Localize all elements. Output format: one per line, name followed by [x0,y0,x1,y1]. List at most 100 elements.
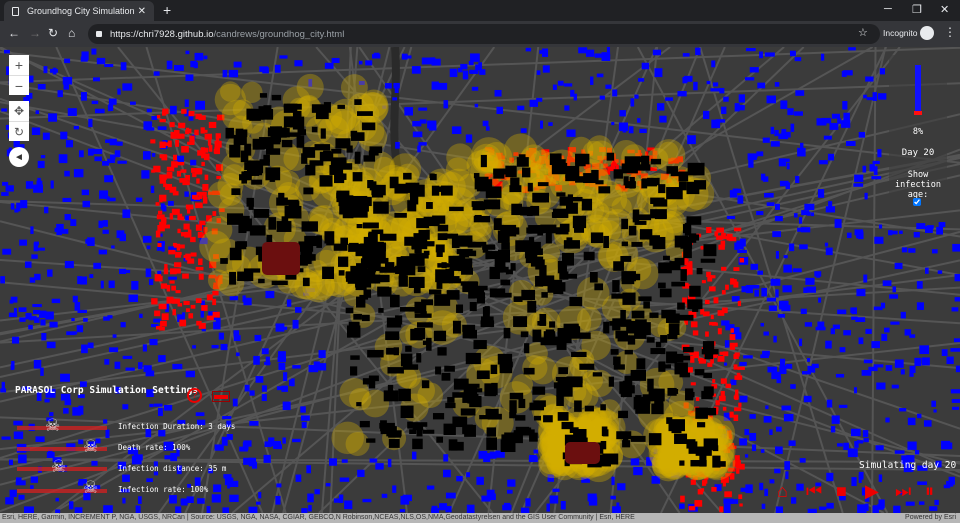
zoom-out-button[interactable]: − [9,75,29,95]
map-view[interactable]: + − ✥ ↻ ◄ 8% Day 20 Show infection age: … [0,47,960,513]
pause-button[interactable]: ⏸ [925,482,934,500]
dead-building [394,212,407,218]
show-age-checkbox[interactable] [913,198,921,206]
close-window-button[interactable]: ✕ [940,3,949,16]
dead-building [363,289,372,298]
maximize-window-button[interactable]: ❐ [912,3,922,16]
slider-handle-skull-icon[interactable]: ☠ [51,458,66,475]
healthy-building [767,366,778,373]
infected-building [711,275,716,279]
healthy-building [585,49,595,57]
healthy-building [737,195,744,204]
infection-zone [658,141,679,162]
slider-handle-skull-icon[interactable]: ☠ [83,479,98,496]
browser-tab[interactable]: Groundhog City Simulation ✕ [4,1,154,21]
minimize-window-button[interactable]: ─ [884,3,892,15]
healthy-building [362,498,372,503]
rotate-button[interactable]: ↻ [9,121,29,141]
home-icon[interactable]: ⌂ [68,26,75,40]
dead-building [658,184,666,194]
dead-building [476,370,490,379]
healthy-building [70,219,77,226]
reload-icon[interactable]: ↻ [48,26,58,40]
dead-building [240,150,249,163]
healthy-building [168,276,177,280]
infected-building [183,300,190,306]
healthy-building [229,480,239,487]
healthy-building [108,280,115,289]
healthy-building [372,54,381,59]
infected-building [176,161,185,166]
healthy-building [157,407,163,417]
infected-building [155,202,160,206]
infected-building [187,209,191,214]
play-button[interactable]: ▶ [865,482,879,500]
dead-building [469,302,477,312]
infected-building [157,225,165,232]
dead-building [697,422,706,428]
forward-icon[interactable]: → [29,26,41,40]
browser-menu-icon[interactable]: ⋮ [944,25,956,39]
dead-building [703,386,714,396]
new-tab-button[interactable]: + [163,2,171,18]
compass-button[interactable]: ◄ [9,147,29,167]
home-button[interactable]: ⌂ [777,482,788,500]
infected-building [706,227,712,234]
healthy-building [823,135,832,140]
dead-building [569,296,583,307]
healthy-building [1,436,11,440]
healthy-building [278,362,286,370]
infected-building [733,353,739,359]
healthy-building [163,404,173,411]
infected-building [151,298,158,305]
healthy-building [395,141,400,149]
healthy-building [278,356,286,362]
healthy-building [529,455,537,460]
close-tab-icon[interactable]: ✕ [138,6,146,17]
dead-building [339,173,347,180]
dead-building [320,128,326,139]
help-button[interactable]: ? [187,388,202,403]
healthy-building [599,95,605,100]
healthy-building [58,154,68,164]
healthy-building [831,113,841,119]
dead-building [522,167,531,178]
healthy-building [358,60,363,65]
infection-duration-slider[interactable] [17,426,107,430]
healthy-building [251,461,258,469]
skip-back-button[interactable]: ⏮ [806,482,822,500]
incognito-avatar-icon[interactable] [920,26,934,40]
slider-handle-skull-icon[interactable]: ☠ [45,417,60,434]
stop-button[interactable]: ■ [836,482,847,500]
healthy-building [456,476,463,482]
healthy-building [771,371,781,380]
infected-building [208,121,217,129]
dead-building [368,150,379,156]
healthy-building [119,268,127,275]
slider-handle-skull-icon[interactable]: ☠ [83,438,98,455]
healthy-building [265,290,275,299]
pan-button[interactable]: ✥ [9,101,29,121]
healthy-building [36,180,43,186]
healthy-building [80,92,87,101]
healthy-building [773,335,777,343]
healthy-building [146,245,151,250]
step-forward-button[interactable]: ⏭ [895,482,911,500]
healthy-building [33,359,42,369]
collapse-settings-button[interactable] [212,391,230,402]
back-icon[interactable]: ← [8,26,20,40]
dead-building [583,173,598,184]
healthy-building [721,106,727,114]
healthy-building [64,58,71,64]
street [0,82,960,120]
infected-building [188,110,195,117]
healthy-building [92,148,103,155]
healthy-building [412,131,423,138]
powered-by-esri[interactable]: Powered by Esri [905,513,956,523]
zoom-in-button[interactable]: + [9,55,29,75]
healthy-building [863,438,869,443]
infected-building [722,406,727,411]
bookmark-star-icon[interactable]: ☆ [858,26,868,39]
healthy-building [560,501,566,510]
address-bar[interactable]: https://chri7928.github.io/candrews/grou… [88,24,880,44]
